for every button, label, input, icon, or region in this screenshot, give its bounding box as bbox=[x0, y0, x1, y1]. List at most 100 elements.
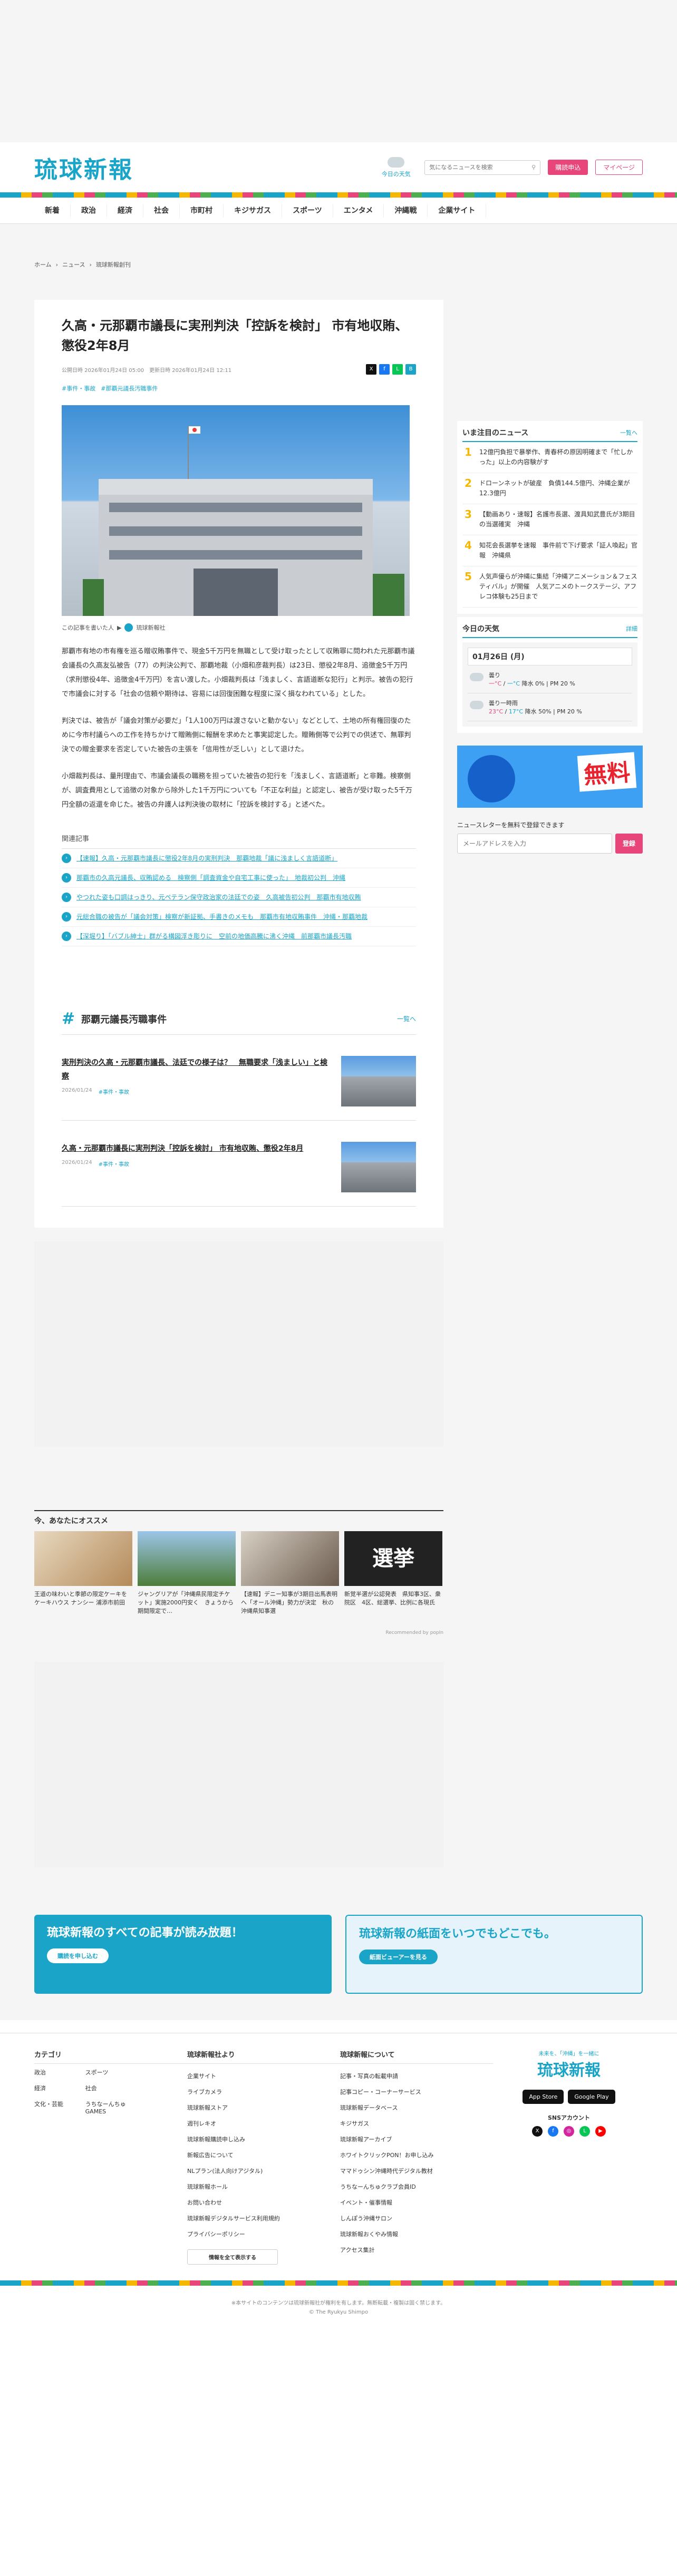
footer-link[interactable]: 琉球新報購読申し込み bbox=[187, 2136, 245, 2143]
published-date: 公開日時 2026年01月24日 05:00 bbox=[62, 367, 144, 374]
tag-incident[interactable]: #事件・事故 bbox=[62, 384, 95, 393]
ranking-item[interactable]: 2 ドローンネットが破産 負債144.5億円、沖縄企業が12.3億円 bbox=[462, 473, 637, 504]
footer-link[interactable]: アクセス集計 bbox=[340, 2247, 374, 2254]
facebook-icon[interactable]: f bbox=[548, 2126, 558, 2137]
arrow-right-icon: › bbox=[62, 873, 71, 883]
x-share-icon[interactable]: X bbox=[366, 364, 376, 375]
footer-link[interactable]: 企業サイト bbox=[187, 2073, 216, 2080]
related-item[interactable]: › 【深堀り】「バブル紳士」群がる構図浮き彫りに 空前の地価高騰に沸く沖縄 前那覇… bbox=[62, 927, 416, 946]
nav-item-economy[interactable]: 経済 bbox=[107, 203, 143, 218]
footer-link[interactable]: ライブカメラ bbox=[187, 2089, 222, 2095]
line-share-icon[interactable]: L bbox=[392, 364, 403, 375]
series-thumbnail bbox=[341, 1142, 416, 1192]
google-play-button[interactable]: Google Play bbox=[568, 2090, 615, 2104]
footer-link[interactable]: 週刊レキオ bbox=[187, 2120, 216, 2127]
breadcrumb-home[interactable]: ホーム bbox=[34, 260, 52, 269]
footer-link[interactable]: ママドゥシン沖縄時代デジタル教材 bbox=[340, 2168, 433, 2175]
footer-link[interactable]: 琉球新報アーカイブ bbox=[340, 2136, 392, 2143]
recommend-card[interactable]: 【速報】デニー知事が3期目出馬表明へ「オール沖縄」勢力が決定 秋の沖縄県知事選 bbox=[241, 1531, 339, 1615]
ranking-item[interactable]: 5 人気声優らが沖縄に集結「沖縄アニメーション＆フェスティバル」が開催 人気アニメ… bbox=[462, 566, 637, 608]
recommend-card[interactable]: ジャングリアが「沖縄県民限定チケット」実施2000円安く きょうから期間限定で… bbox=[138, 1531, 236, 1615]
footer-link[interactable]: 琉球新報おくやみ情報 bbox=[340, 2231, 398, 2238]
footer-link[interactable]: しんぽう沖縄サロン bbox=[340, 2215, 392, 2222]
footer-logo[interactable]: 琉球新報 bbox=[495, 2057, 643, 2080]
footer-link[interactable]: お問い合わせ bbox=[187, 2199, 222, 2206]
search-input[interactable] bbox=[429, 164, 532, 171]
app-store-button[interactable]: App Store bbox=[523, 2090, 564, 2104]
updated-date: 更新日時 2026年01月24日 12:11 bbox=[149, 367, 232, 374]
breadcrumb-current: 琉球新報創刊 bbox=[95, 261, 131, 268]
footer-link[interactable]: 文化・芸能 bbox=[34, 2100, 85, 2115]
footer-link[interactable]: キジサガス bbox=[340, 2120, 369, 2127]
nav-item-entertainment[interactable]: エンタメ bbox=[333, 203, 384, 218]
nav-item-corporate[interactable]: 企業サイト bbox=[428, 203, 487, 218]
footer-link[interactable]: うちなーんちゅクラブ会員ID bbox=[340, 2183, 416, 2190]
ranking-item[interactable]: 3 【動画あり・速報】名護市長選、渡具知武豊氏が3期目の当選確実 沖縄 bbox=[462, 504, 637, 535]
footer-link[interactable]: 記事コピー・コーナーサービス bbox=[340, 2089, 421, 2095]
footer-link[interactable]: 社会 bbox=[85, 2084, 137, 2092]
nav-item-kijisagasu[interactable]: キジサガス bbox=[224, 203, 282, 218]
line-icon[interactable]: L bbox=[579, 2126, 590, 2137]
related-item[interactable]: › 那覇市の久高元議長、収賄認める 検察側「調査資金や自宅工事に使った」 地裁初公… bbox=[62, 868, 416, 888]
related-item[interactable]: › やつれた姿も口調はっきり、元ペテラン保守政治家の法廷での姿 久高被告初公判 那… bbox=[62, 888, 416, 907]
newsletter-email-input[interactable] bbox=[457, 834, 612, 854]
footer-link[interactable]: NLプラン(法人向けアジタル) bbox=[187, 2168, 263, 2175]
site-logo[interactable]: 琉球新報 bbox=[34, 151, 133, 184]
weather-block: 今日の天気 詳細 01月26日 (月) 曇り 一°C / 一°C 降水 0% | … bbox=[457, 617, 643, 733]
x-icon[interactable]: X bbox=[532, 2126, 543, 2137]
series-card[interactable]: 実刑判決の久高・元那覇市議長、法廷での様子は？ 無職要求「浅ましい」と検察 20… bbox=[62, 1035, 416, 1121]
related-item[interactable]: › 【速報】久高・元那覇市議長に懲役2年8月の実刑判決 那覇地裁「議に浅ましく言語… bbox=[62, 849, 416, 868]
footer-link[interactable]: 琉球新報ストア bbox=[187, 2104, 228, 2111]
instagram-icon[interactable]: ◎ bbox=[564, 2126, 574, 2137]
series-more-link[interactable]: 一覧へ bbox=[397, 1014, 416, 1023]
recommend-card[interactable]: 選挙 新覚半選が公認発表 県知事3区、衆院区 4区、総選挙、比例に各現氏 bbox=[344, 1531, 442, 1615]
weather-more-link[interactable]: 詳細 bbox=[626, 624, 637, 633]
nav-item-okinawa-war[interactable]: 沖縄戦 bbox=[384, 203, 428, 218]
recommend-card[interactable]: 王道の味わいと季節の限定ケーキを ケーキハウス ナンシー 浦添市前田 bbox=[34, 1531, 133, 1615]
city-hall-image bbox=[83, 426, 404, 616]
footer-link[interactable]: 琉球新報デジタルサービス利用規約 bbox=[187, 2215, 280, 2222]
copy-link-icon[interactable]: B bbox=[405, 364, 416, 375]
nav-item-politics[interactable]: 政治 bbox=[71, 203, 107, 218]
subscribe-banner[interactable]: 琉球新報のすべての記事が読み放題！ 購読を申し込む bbox=[34, 1915, 332, 1994]
recommend-footer: Recommended by popIn bbox=[385, 1630, 443, 1635]
nav-item-new[interactable]: 新着 bbox=[34, 203, 71, 218]
free-promo-banner[interactable]: 無料 bbox=[457, 746, 643, 808]
cloud-rain-icon bbox=[470, 701, 483, 709]
footer-link[interactable]: 経済 bbox=[34, 2084, 85, 2092]
ranking-item[interactable]: 4 知花会長選挙を速報 事件前で下げ要求「証人喚起」官報 沖縄県 bbox=[462, 535, 637, 566]
breadcrumb: ホーム › ニュース › 琉球新報創刊 bbox=[34, 256, 643, 273]
article-photo bbox=[62, 405, 410, 616]
footer-link[interactable]: 政治 bbox=[34, 2068, 85, 2077]
youtube-icon[interactable]: ▶ bbox=[595, 2126, 606, 2137]
newsletter-submit-button[interactable]: 登録 bbox=[615, 834, 643, 854]
footer-link[interactable]: ホワイトクリックPON！お申し込み bbox=[340, 2152, 434, 2159]
article-tags: #事件・事故 #那覇元議長汚職事件 bbox=[62, 384, 416, 393]
footer-link[interactable]: 琉球新報ホール bbox=[187, 2183, 228, 2190]
footer-link[interactable]: イベント・催事情報 bbox=[340, 2199, 392, 2206]
arrow-right-icon: › bbox=[62, 854, 71, 863]
nav-item-society[interactable]: 社会 bbox=[143, 203, 180, 218]
show-all-button[interactable]: 情報を全て表示する bbox=[187, 2249, 278, 2265]
footer-link[interactable]: スポーツ bbox=[85, 2068, 137, 2077]
ranking-more-link[interactable]: 一覧へ bbox=[620, 428, 637, 437]
search-icon[interactable]: ⚲ bbox=[531, 164, 536, 171]
footer-link[interactable]: うちなーんちゅGAMES bbox=[85, 2100, 137, 2115]
series-card[interactable]: 久高・元那覇市議長に実刑判決「控訴を検討」 市有地収賄、懲役2年8月 2026/… bbox=[62, 1121, 416, 1207]
tag-naha-case[interactable]: #那覇元議長汚職事件 bbox=[101, 384, 158, 393]
footer-link[interactable]: 記事・写真の転載申請 bbox=[340, 2073, 398, 2080]
subscribe-button[interactable]: 購読申込 bbox=[548, 160, 588, 175]
breadcrumb-news[interactable]: ニュース bbox=[62, 260, 85, 269]
footer-link[interactable]: 琉球新報データベース bbox=[340, 2104, 398, 2111]
facebook-share-icon[interactable]: f bbox=[379, 364, 390, 375]
nav-item-sports[interactable]: スポーツ bbox=[282, 203, 333, 218]
footer-link[interactable]: プライバシーポリシー bbox=[187, 2231, 245, 2238]
header-weather[interactable]: 今日の天気 bbox=[375, 156, 417, 178]
nav-item-municipal[interactable]: 市町村 bbox=[180, 203, 224, 218]
mypage-button[interactable]: マイページ bbox=[595, 160, 643, 175]
ranking-item[interactable]: 1 12億円負担で暴挙作、青春杯の原因明確まで「忙しかった」以上の内容験がす bbox=[462, 442, 637, 473]
viewer-banner[interactable]: 琉球新報の紙面をいつでもどこでも。 紙面ビューアーを見る bbox=[345, 1915, 643, 1994]
footer-link[interactable]: 新報広告について bbox=[187, 2152, 234, 2159]
author-name[interactable]: 琉球新報社 bbox=[136, 623, 165, 632]
related-item[interactable]: › 元総合職の被告が「議会対策」検察が新証拠、手書きのメモも 那覇市有地収賄事件 … bbox=[62, 907, 416, 927]
